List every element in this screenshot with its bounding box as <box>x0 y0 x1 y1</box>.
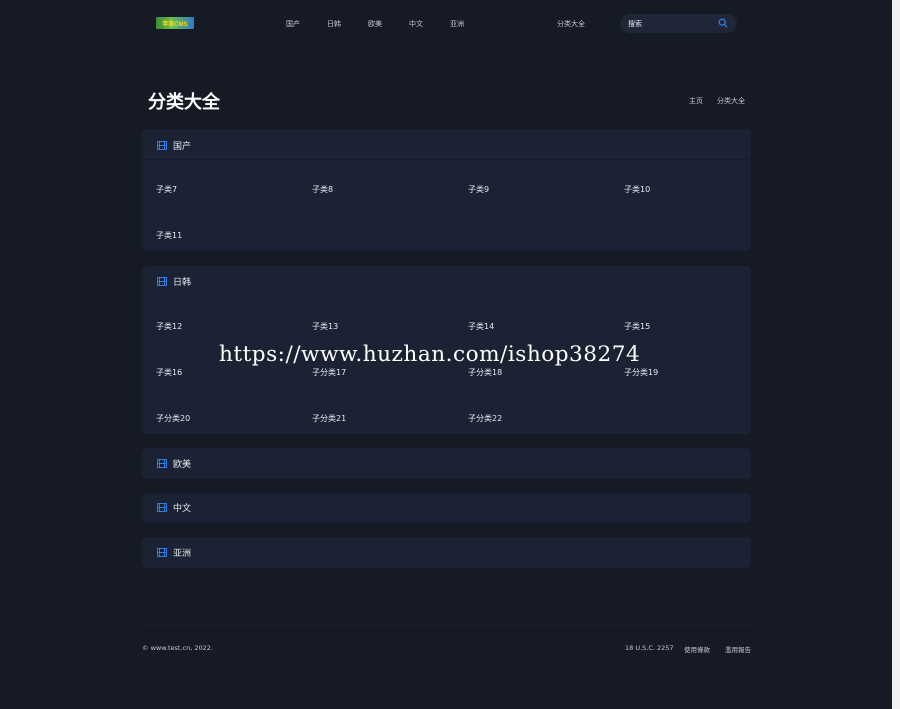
nav-item-all-categories[interactable]: 分类大全 <box>557 19 585 29</box>
nav-item-rihan[interactable]: 日韩 <box>327 19 341 29</box>
footer-link-terms[interactable]: 使用條款 <box>684 644 710 654</box>
subcategory-link[interactable]: 子类13 <box>312 321 338 332</box>
page-title: 分类大全 <box>148 92 220 113</box>
panel-header: 中文 <box>157 501 191 514</box>
panel-title[interactable]: 欧美 <box>173 457 191 470</box>
subcategory-link[interactable]: 子类12 <box>156 321 182 332</box>
subcategory-link[interactable]: 子类11 <box>156 230 182 241</box>
category-panel-yazhou: 亚洲 <box>142 537 751 568</box>
panel-header: 亚洲 <box>157 546 191 559</box>
nav-item-zhongwen[interactable]: 中文 <box>409 19 423 29</box>
panel-title[interactable]: 日韩 <box>173 275 191 288</box>
subcategory-link[interactable]: 子分类18 <box>468 367 502 378</box>
subcategory-link[interactable]: 子类15 <box>624 321 650 332</box>
subcategory-link[interactable]: 子类7 <box>156 184 177 195</box>
film-icon <box>157 458 167 468</box>
panel-title[interactable]: 中文 <box>173 501 191 514</box>
breadcrumb-current: 分类大全 <box>717 97 745 105</box>
subcategory-link[interactable]: 子类10 <box>624 184 650 195</box>
panel-header: 日韩 <box>157 275 191 288</box>
panel-header: 国产 <box>157 139 191 152</box>
panel-title[interactable]: 国产 <box>173 139 191 152</box>
category-panel-zhongwen: 中文 <box>142 493 751 523</box>
scrollbar[interactable] <box>892 0 900 709</box>
panel-title[interactable]: 亚洲 <box>173 546 191 559</box>
panel-divider <box>142 159 751 160</box>
panel-header: 欧美 <box>157 457 191 470</box>
search-input[interactable] <box>628 18 713 29</box>
footer-divider <box>142 625 751 626</box>
footer-copyright: © www.test.cn, 2022. <box>142 644 213 652</box>
subcategory-link[interactable]: 子分类17 <box>312 367 346 378</box>
breadcrumb-home[interactable]: 主页 <box>689 96 703 106</box>
film-icon <box>157 276 167 286</box>
watermark-text: https://www.huzhan.com/ishop38274 <box>219 342 641 367</box>
subcategory-link[interactable]: 子分类22 <box>468 413 502 424</box>
subcategory-link[interactable]: 子类8 <box>312 184 333 195</box>
film-icon <box>157 547 167 557</box>
nav-item-yazhou[interactable]: 亚洲 <box>450 19 464 29</box>
subcategory-link[interactable]: 子类9 <box>468 184 489 195</box>
footer-link-2257[interactable]: 18 U.S.C. 2257 <box>625 644 674 652</box>
category-panel-guochan: 国产 子类7 子类8 子类9 子类10 子类11 <box>142 129 751 251</box>
subcategory-link[interactable]: 子类14 <box>468 321 494 332</box>
subcategory-link[interactable]: 子分类21 <box>312 413 346 424</box>
film-icon <box>157 502 167 512</box>
subcategory-link[interactable]: 子分类20 <box>156 413 190 424</box>
site-logo[interactable]: 苹果CMS <box>156 17 194 29</box>
category-panel-oumei: 欧美 <box>142 448 751 479</box>
footer-link-abuse-report[interactable]: 濫用報告 <box>725 644 751 654</box>
film-icon <box>157 140 167 150</box>
nav-item-oumei[interactable]: 欧美 <box>368 19 382 29</box>
search-icon[interactable] <box>718 18 728 28</box>
subcategory-link[interactable]: 子类16 <box>156 367 182 378</box>
subcategory-link[interactable]: 子分类19 <box>624 367 658 378</box>
site-header: 苹果CMS 国产 日韩 欧美 中文 亚洲 分类大全 <box>0 0 892 48</box>
nav-item-guochan[interactable]: 国产 <box>286 19 300 29</box>
